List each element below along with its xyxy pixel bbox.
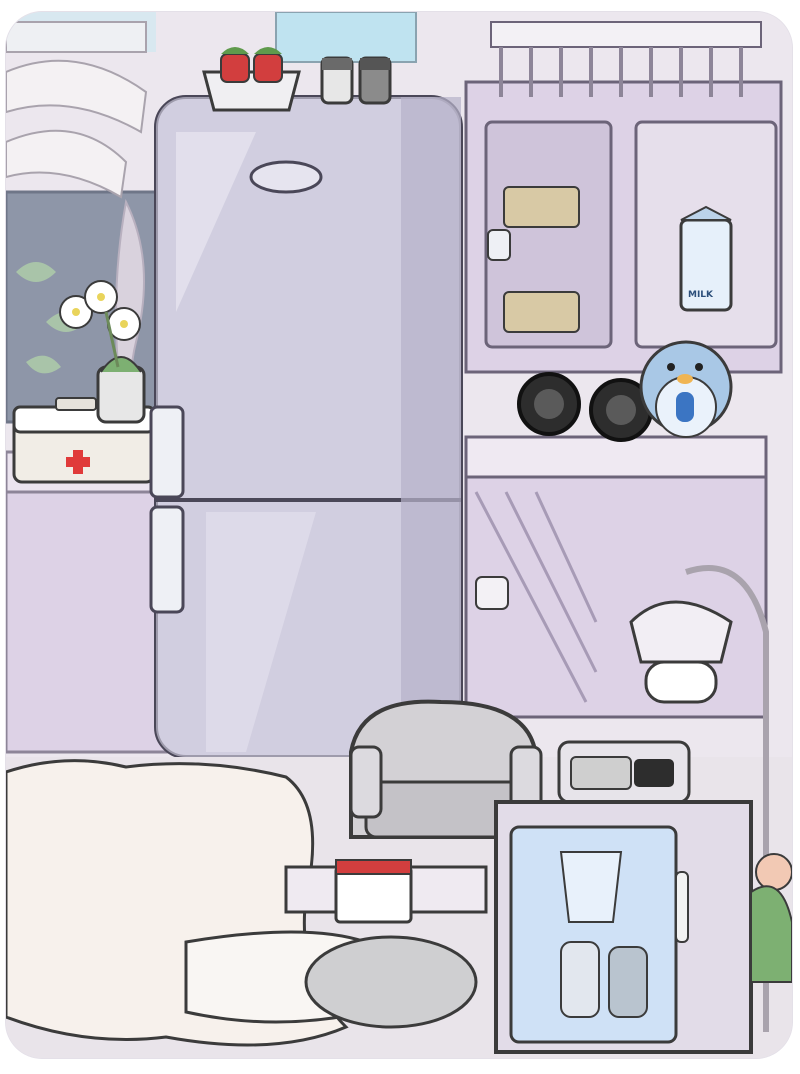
- left-counter: [6, 450, 168, 754]
- fluffy-pouf[interactable]: [304, 935, 478, 1029]
- kitchen-room: MILK: [6, 12, 792, 1058]
- refrigerator[interactable]: [149, 95, 463, 759]
- retro-projector[interactable]: [557, 740, 691, 804]
- fridge-top-handle[interactable]: [149, 405, 185, 499]
- right-counter: [464, 435, 768, 719]
- fridge-bottom-handle[interactable]: [149, 505, 185, 614]
- counter-knob[interactable]: [475, 576, 509, 610]
- top-window: [275, 12, 417, 63]
- game-scene: MILK: [6, 12, 792, 1058]
- glass-cup: [559, 851, 623, 923]
- potted-plant: [750, 853, 792, 983]
- cabinet-knob[interactable]: [487, 229, 511, 261]
- food-box-top[interactable]: [503, 186, 580, 228]
- milk-label: MILK: [688, 290, 714, 300]
- food-box-bottom[interactable]: [503, 291, 580, 333]
- upper-cabinets: [464, 80, 783, 374]
- jar-left: [560, 941, 600, 1018]
- milk-carton[interactable]: MILK: [679, 205, 733, 312]
- jar-right: [608, 946, 648, 1018]
- mini-fridge[interactable]: [494, 800, 753, 1054]
- mini-fridge-handle[interactable]: [675, 871, 689, 943]
- fridge-logo: [249, 160, 323, 194]
- desk-calendar[interactable]: [334, 859, 413, 924]
